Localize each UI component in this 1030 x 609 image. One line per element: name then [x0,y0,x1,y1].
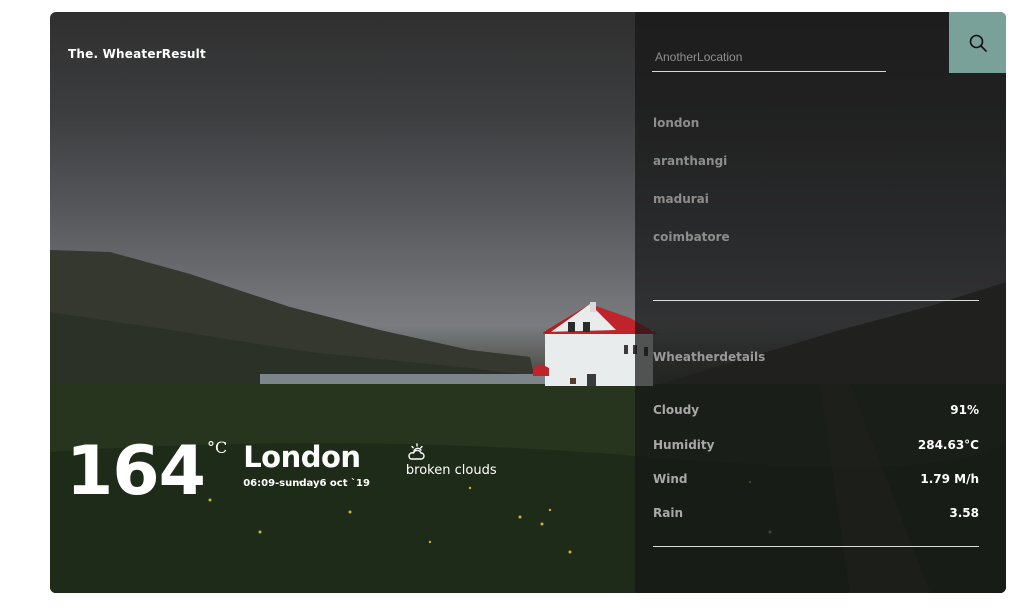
detail-label: Wind [653,472,688,486]
weather-app: The. WheaterResult 164 °C London 06:09-s… [50,12,1006,593]
details-title: Wheatherdetails [653,350,766,364]
divider-top [653,300,979,301]
detail-value: 1.79 M/h [920,472,979,486]
condition-text: broken clouds [405,463,497,478]
location-item-coimbatore[interactable]: coimbatore [653,230,730,268]
detail-row-rain: Rain 3.58 [653,506,979,520]
location-item-aranthangi[interactable]: aranthangi [653,154,730,192]
detail-label: Humidity [653,438,715,452]
location-block: London 06:09-sunday6 oct `19 [243,440,370,489]
search-icon [969,34,987,52]
temperature-unit: °C [206,438,228,457]
details-panel: london aranthangi madurai coimbatore Whe… [635,12,1006,593]
detail-label: Rain [653,506,683,520]
condition-block: broken clouds [406,442,497,478]
detail-value: 3.58 [949,506,979,520]
location-item-london[interactable]: london [653,116,730,154]
detail-row-wind: Wind 1.79 M/h [653,472,979,486]
divider-bottom [653,546,979,547]
search-button[interactable] [949,12,1006,73]
detail-value: 91% [950,403,979,417]
detail-row-cloudy: Cloudy 91% [653,403,979,417]
cloudy-sun-icon [408,443,425,460]
detail-row-humidity: Humidity 284.63°C [653,438,979,452]
location-item-madurai[interactable]: madurai [653,192,730,230]
date-time: 06:09-sunday6 oct `19 [243,478,370,489]
city-name: London [243,440,361,474]
detail-value: 284.63°C [917,438,979,452]
detail-label: Cloudy [653,403,700,417]
current-weather: 164 °C London 06:09-sunday6 oct `19 brok… [66,436,497,516]
location-search-input[interactable] [652,42,886,72]
saved-locations-list: london aranthangi madurai coimbatore [653,116,730,268]
temperature-value: 164 [66,432,206,511]
app-brand: The. WheaterResult [68,47,206,61]
